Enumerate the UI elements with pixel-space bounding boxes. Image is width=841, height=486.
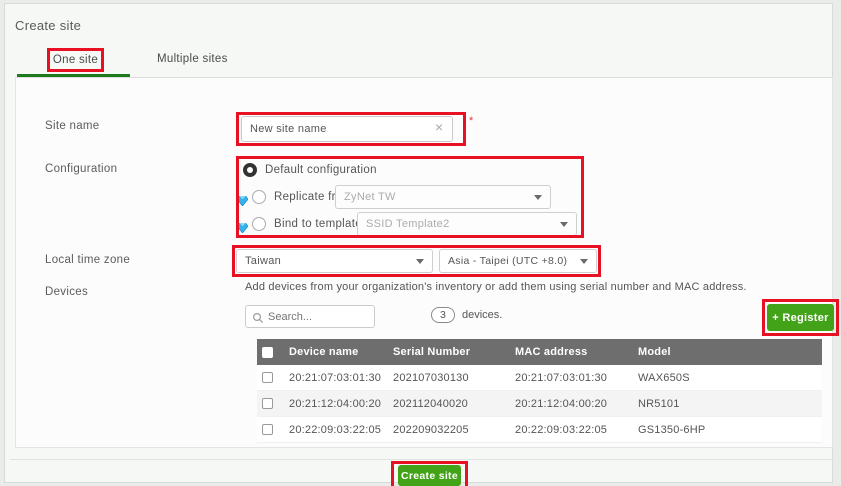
bind-to-template-dropdown[interactable]: SSID Template2	[357, 212, 577, 236]
cell-model: GS1350-6HP	[638, 424, 822, 436]
tab-multiple-sites[interactable]: Multiple sites	[157, 53, 228, 65]
clear-input-icon[interactable]: ×	[435, 120, 443, 134]
create-site-button[interactable]: Create site	[398, 465, 461, 486]
select-all-checkbox[interactable]	[262, 347, 273, 358]
radio-bind-to-template[interactable]	[252, 217, 266, 231]
col-serial-number: Serial Number	[393, 346, 515, 358]
radio-replicate-from[interactable]	[252, 190, 266, 204]
row-checkbox[interactable]	[262, 372, 273, 383]
create-site-dialog: Create site One site Multiple sites Site…	[4, 3, 833, 483]
register-button-label: Register	[779, 312, 829, 324]
cell-serial: 202112040020	[393, 398, 515, 410]
col-mac-address: MAC address	[515, 346, 638, 358]
required-asterisk: *	[469, 115, 473, 127]
device-count-suffix: devices.	[462, 309, 502, 321]
devices-label: Devices	[45, 286, 88, 298]
row-checkbox[interactable]	[262, 424, 273, 435]
col-device-name: Device name	[273, 346, 393, 358]
replicate-from-value: ZyNet TW	[344, 191, 396, 203]
chevron-down-icon	[416, 259, 424, 264]
device-table: Device name Serial Number MAC address Mo…	[257, 339, 822, 443]
page-title: Create site	[15, 18, 81, 33]
device-search-input[interactable]	[268, 307, 372, 326]
time-zone-label: Local time zone	[45, 254, 130, 266]
plus-icon: +	[772, 312, 779, 324]
table-row[interactable]: 20:22:09:03:22:05 202209032205 20:22:09:…	[257, 417, 822, 443]
premium-gem-icon	[237, 193, 248, 203]
radio-bind-to-template-label: Bind to template	[274, 218, 362, 230]
site-name-label: Site name	[45, 120, 99, 132]
cell-serial: 202107030130	[393, 372, 515, 384]
table-row[interactable]: 20:21:12:04:00:20 202112040020 20:21:12:…	[257, 391, 822, 417]
create-site-screen: Create site One site Multiple sites Site…	[0, 0, 841, 486]
chevron-down-icon	[560, 222, 568, 227]
table-row[interactable]: 20:21:07:03:01:30 202107030130 20:21:07:…	[257, 365, 822, 391]
timezone-dropdown[interactable]: Asia - Taipei (UTC +8.0)	[439, 249, 597, 273]
cell-model: NR5101	[638, 398, 822, 410]
country-value: Taiwan	[245, 255, 281, 267]
row-checkbox[interactable]	[262, 398, 273, 409]
search-icon	[252, 311, 264, 329]
cell-mac: 20:21:07:03:01:30	[515, 372, 638, 384]
table-header-row: Device name Serial Number MAC address Mo…	[257, 339, 822, 365]
radio-default-configuration[interactable]	[243, 163, 257, 177]
cell-device-name: 20:22:09:03:22:05	[273, 424, 393, 436]
bind-to-template-value: SSID Template2	[366, 218, 449, 230]
chevron-down-icon	[580, 259, 588, 264]
register-button[interactable]: + Register	[767, 304, 834, 331]
cell-mac: 20:21:12:04:00:20	[515, 398, 638, 410]
cell-device-name: 20:21:12:04:00:20	[273, 398, 393, 410]
devices-description: Add devices from your organization's inv…	[245, 281, 747, 293]
footer-divider	[10, 459, 833, 460]
site-name-input[interactable]	[241, 116, 453, 142]
device-search-box	[245, 305, 375, 328]
timezone-value: Asia - Taipei (UTC +8.0)	[448, 255, 567, 267]
premium-gem-icon	[237, 220, 248, 230]
tab-one-site[interactable]: One site	[47, 48, 104, 72]
cell-device-name: 20:21:07:03:01:30	[273, 372, 393, 384]
cell-model: WAX650S	[638, 372, 822, 384]
chevron-down-icon	[534, 195, 542, 200]
configuration-label: Configuration	[45, 163, 117, 175]
col-model: Model	[638, 346, 822, 358]
cell-serial: 202209032205	[393, 424, 515, 436]
cell-mac: 20:22:09:03:22:05	[515, 424, 638, 436]
device-count-badge: 3	[431, 307, 455, 323]
country-dropdown[interactable]: Taiwan	[236, 249, 433, 273]
radio-default-configuration-label: Default configuration	[265, 164, 377, 176]
replicate-from-dropdown[interactable]: ZyNet TW	[335, 185, 551, 209]
